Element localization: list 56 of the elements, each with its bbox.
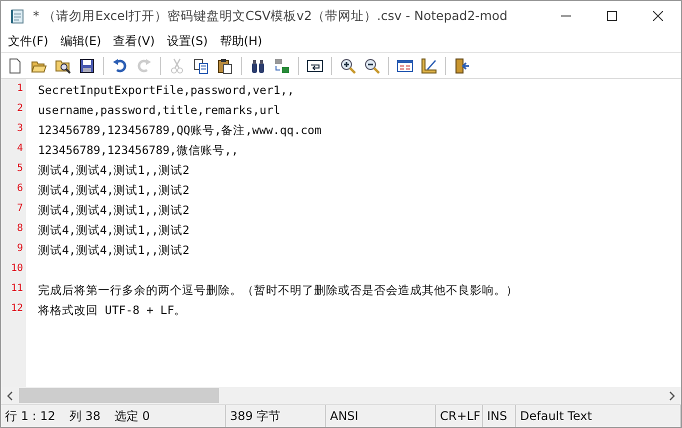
line-number: 12 <box>10 302 23 316</box>
zoom-out-icon[interactable] <box>364 58 380 74</box>
document-icon[interactable] <box>7 58 23 74</box>
scrollbar-thumb[interactable] <box>19 388 219 403</box>
window-list-icon[interactable] <box>397 58 413 74</box>
scroll-right-icon[interactable] <box>668 390 676 400</box>
menu-item[interactable]: 文件(F) <box>7 33 50 50</box>
zoom-in-icon[interactable] <box>340 58 356 74</box>
status-text: ANSI <box>330 409 358 423</box>
pencil-ruler-icon[interactable] <box>421 58 437 74</box>
close-icon[interactable] <box>653 11 663 21</box>
code-line: username,password,title,remarks,url <box>38 103 280 117</box>
line-number: 3 <box>16 122 23 136</box>
menu-item[interactable]: 编辑(E) <box>59 33 102 50</box>
line-number: 7 <box>16 202 23 216</box>
status-text: CR+LF <box>440 409 480 423</box>
notepad-icon <box>9 8 25 24</box>
folder-magnifier-icon[interactable] <box>55 58 71 74</box>
window-title: * （请勿用Excel打开）密码键盘明文CSV模板v2（带网址）.csv - Notepad2-mod <box>33 8 508 24</box>
menu-item[interactable]: 设置(S) <box>166 33 209 50</box>
code-line: 测试4,测试4,测试1,,测试2 <box>38 203 190 217</box>
status-text: 行 1 : 12 <box>5 408 56 424</box>
maximize-icon[interactable] <box>607 11 617 21</box>
code-line: 完成后将第一行多余的两个逗号删除。（暂时不明了删除或否是否会造成其他不良影响。） <box>38 283 518 297</box>
code-line: 123456789,123456789,微信账号,, <box>38 143 238 157</box>
line-number: 6 <box>16 182 23 196</box>
clipboard-icon[interactable] <box>217 58 233 74</box>
status-text: 选定 0 <box>114 408 150 424</box>
door-arrow-icon[interactable] <box>454 58 470 74</box>
line-number: 5 <box>16 162 23 176</box>
line-number: 10 <box>10 262 23 276</box>
scroll-left-icon[interactable] <box>6 390 14 400</box>
code-line: 123456789,123456789,QQ账号,备注,www.qq.com <box>38 123 322 137</box>
status-text: Default Text <box>520 409 592 423</box>
code-line: 测试4,测试4,测试1,,测试2 <box>38 183 190 197</box>
line-number: 11 <box>10 282 23 296</box>
code-line: 测试4,测试4,测试1,,测试2 <box>38 223 190 237</box>
code-line: SecretInputExportFile,password,ver1,, <box>38 83 294 97</box>
code-line: 测试4,测试4,测试1,,测试2 <box>38 243 190 257</box>
status-text: INS <box>487 409 508 423</box>
status-text: 389 字节 <box>230 408 281 424</box>
code-line: 测试4,测试4,测试1,,测试2 <box>38 163 190 177</box>
line-number: 2 <box>16 102 23 116</box>
line-number: 4 <box>16 142 23 156</box>
undo-icon[interactable] <box>112 58 128 74</box>
line-number: 8 <box>16 222 23 236</box>
copy-icon[interactable] <box>193 58 209 74</box>
replace-icon[interactable] <box>274 58 290 74</box>
line-number: 9 <box>16 242 23 256</box>
line-number: 1 <box>16 82 23 96</box>
code-line: 将格式改回 UTF-8 + LF。 <box>38 303 186 317</box>
status-text: 列 38 <box>69 408 100 424</box>
menu-item[interactable]: 帮助(H) <box>218 33 264 50</box>
binoculars-icon[interactable] <box>250 58 266 74</box>
word-wrap-icon[interactable] <box>307 58 323 74</box>
menu-item[interactable]: 查看(V) <box>112 33 156 50</box>
